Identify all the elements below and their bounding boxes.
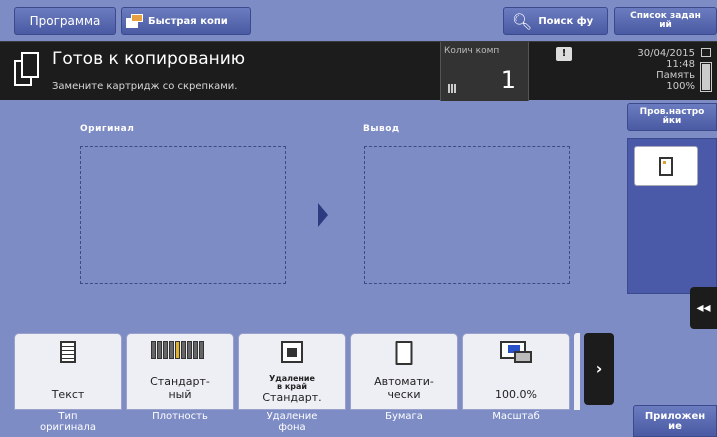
paper-value-line2: чески [387,388,421,401]
original-type-name-line2: оригинала [40,422,96,433]
time-text: 11:48 [666,59,695,70]
keypad-icon[interactable] [448,84,457,93]
date-text: 30/04/2015 [637,48,695,59]
original-preview [80,146,286,284]
copy-mode-icon [14,52,42,90]
memory-value: 100% [666,81,695,92]
background-removal-icon [281,341,303,363]
quick-copy-label: Быстрая копи [148,15,228,27]
program-button[interactable]: Программа [14,7,116,35]
application-button[interactable]: Приложен ие [633,405,717,437]
status-title: Готов к копированию [52,49,246,69]
collapse-panel-button[interactable]: ◂◂ [690,287,717,329]
density-key[interactable]: Стандарт- ный [126,333,234,410]
zoom-icon [500,341,532,363]
background-removal-key[interactable]: Удаление в край Стандарт. [238,333,346,410]
next-functions-button[interactable]: › [584,333,614,405]
original-type-key[interactable]: Текст [14,333,122,410]
background-removal-name-line2: фона [278,422,306,433]
density-value-line2: ный [168,388,192,401]
paper-value: Автомати- чески [351,375,457,401]
quick-copy-button[interactable]: Быстрая копи [121,7,251,35]
paper-key[interactable]: Автомати- чески [350,333,458,410]
memory-gauge-fill [702,64,710,90]
original-type-name: Тип оригинала [14,411,122,433]
status-message: Замените картридж со скрепками. [52,81,238,92]
search-icon: 🔍︎ [512,11,533,31]
memory-label: Память [656,70,695,81]
warning-icon[interactable]: ! [556,47,572,61]
check-settings-button[interactable]: Пров.настро йки [627,103,717,131]
program-button-label: Программа [29,14,101,28]
zoom-key[interactable]: 100.0% [462,333,570,410]
mail-icon [701,48,711,57]
date-time-memory: 30/04/2015 11:48 Память 100% [637,48,695,92]
copy-count-value: 1 [500,66,516,94]
zoom-value: 100.0% [495,388,537,401]
copy-count-label: Колич комп [444,46,500,56]
quick-copy-icon [126,14,144,28]
original-type-value: Текст [51,388,85,401]
zoom-name: Масштаб [492,411,540,422]
job-list-button[interactable]: Список задан ий [614,7,717,35]
density-scale-icon [151,341,209,359]
application-label-line2: ие [668,421,682,432]
paper-name: Бумага [385,411,423,422]
original-label: Оригинал [80,124,135,134]
text-doc-icon [60,341,76,363]
search-function-label: Поиск фу [538,15,594,27]
memory-gauge [700,62,712,92]
status-bar: Готов к копированию Замените картридж со… [0,41,717,101]
copy-count-field[interactable]: Колич комп 1 [440,42,529,101]
density-name: Плотность [152,411,208,422]
document-view-button[interactable] [634,146,698,186]
background-removal-name-line1: Удаление [266,411,318,422]
job-list-label-line2: ий [659,20,672,30]
density-value: Стандарт- ный [127,375,233,401]
background-removal-value: Удаление в край Стандарт. [239,375,345,405]
output-preview [364,146,570,284]
background-removal-mode-line2: в край [276,382,307,391]
paper-value-line1: Автомати- [374,375,434,388]
search-function-button[interactable]: 🔍︎ Поиск фу [503,7,608,35]
flow-arrow-icon [318,203,328,227]
output-label: Вывод [363,124,400,134]
background-removal-level: Стандарт. [262,391,322,404]
top-bar: Программа Быстрая копи 🔍︎ Поиск фу Списо… [0,0,717,40]
check-settings-label-line2: йки [662,116,682,126]
background-removal-name: Удаление фона [238,411,346,433]
density-value-line1: Стандарт- [150,375,210,388]
function-key-partial[interactable] [574,333,580,410]
original-type-name-line1: Тип [58,411,78,422]
paper-icon [395,341,413,365]
document-icon [659,157,673,176]
